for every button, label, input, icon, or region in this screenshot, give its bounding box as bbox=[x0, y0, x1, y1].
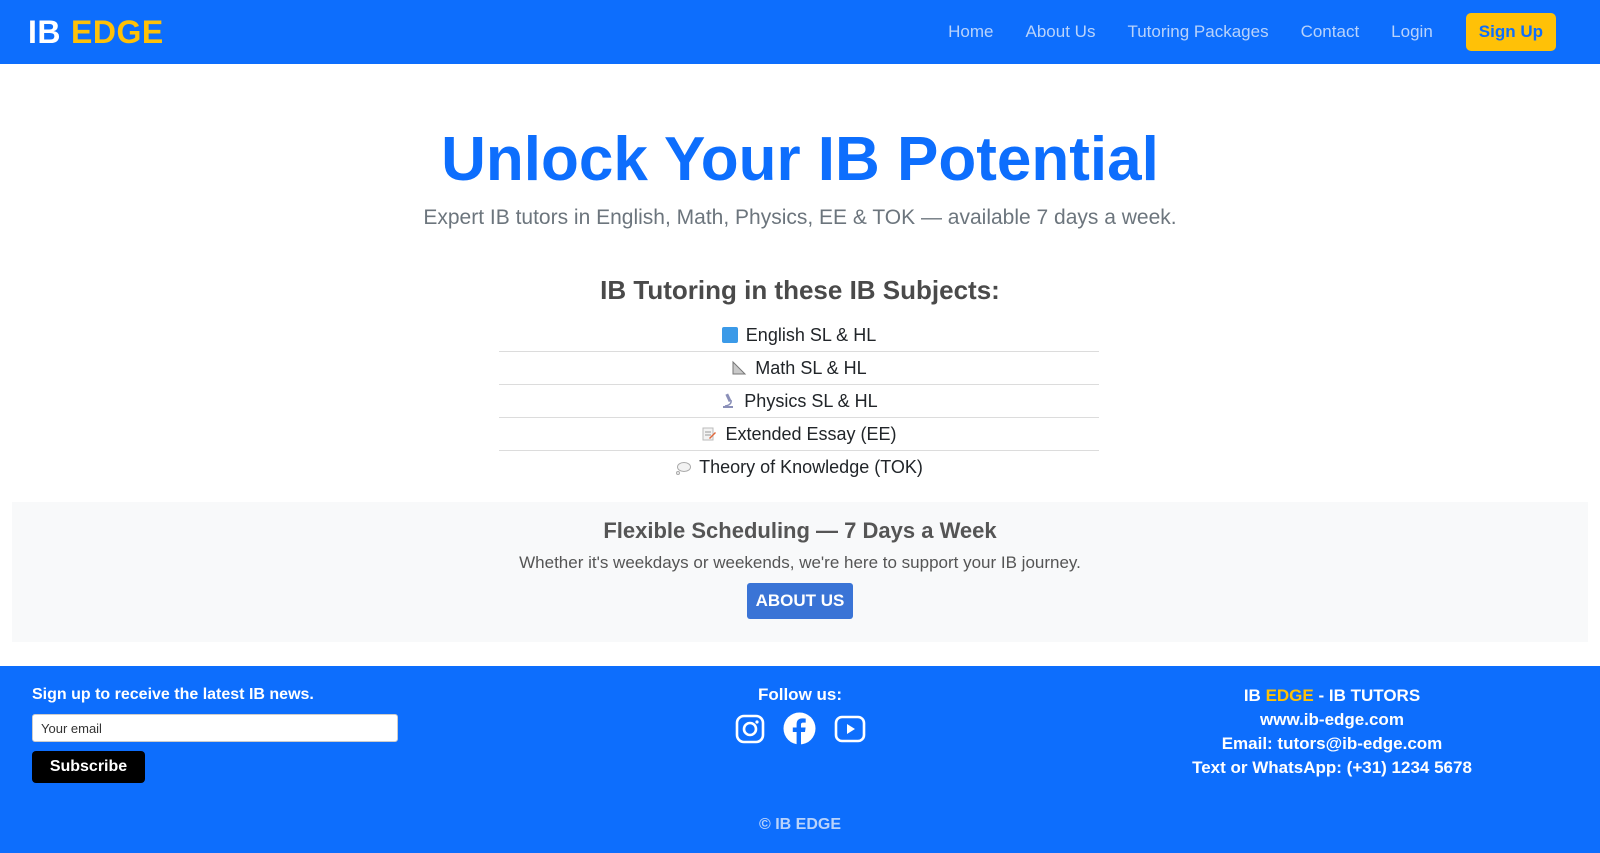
subject-tok: Theory of Knowledge (TOK) bbox=[499, 451, 1099, 484]
subject-physics: Physics SL & HL bbox=[499, 385, 1099, 418]
copyright: © IB EDGE bbox=[758, 816, 842, 833]
blue-book-icon bbox=[721, 327, 738, 343]
subject-extended-essay: Extended Essay (EE) bbox=[499, 418, 1099, 451]
thought-bubble-icon bbox=[675, 460, 692, 476]
nav-about-us[interactable]: About Us bbox=[1026, 22, 1096, 42]
contact-brand-ib: IB bbox=[1243, 686, 1266, 705]
subject-label: Extended Essay (EE) bbox=[725, 423, 897, 444]
nav-contact[interactable]: Contact bbox=[1301, 22, 1360, 42]
subject-math: Math SL & HL bbox=[499, 352, 1099, 385]
subjects-heading: IB Tutoring in these IB Subjects: bbox=[600, 275, 1000, 305]
scheduling-section: Flexible Scheduling — 7 Days a Week Whet… bbox=[12, 502, 1588, 642]
subject-label: Physics SL & HL bbox=[744, 390, 878, 411]
contact-email[interactable]: Email: tutors@ib-edge.com bbox=[1132, 732, 1532, 756]
about-us-button[interactable]: ABOUT US bbox=[747, 583, 853, 619]
scheduling-title: Flexible Scheduling — 7 Days a Week bbox=[603, 518, 997, 543]
nav-links: Home About Us Tutoring Packages Contact … bbox=[916, 0, 1556, 64]
social-links bbox=[733, 712, 866, 745]
microscope-icon bbox=[720, 393, 736, 409]
hero-subtitle: Expert IB tutors in English, Math, Physi… bbox=[423, 206, 1177, 229]
memo-icon bbox=[701, 426, 717, 442]
brand-ib: IB bbox=[28, 13, 61, 50]
contact-phone: Text or WhatsApp: (+31) 1234 5678 bbox=[1192, 758, 1472, 777]
nav-tutoring-packages[interactable]: Tutoring Packages bbox=[1127, 22, 1268, 42]
contact-brand-tutors: - IB TUTORS bbox=[1313, 686, 1421, 705]
subjects-list: English SL & HL Math SL & HL Physics SL … bbox=[499, 319, 1099, 484]
contact-brand-edge: EDGE bbox=[1265, 686, 1314, 705]
nav-home[interactable]: Home bbox=[948, 22, 993, 42]
navbar: IB EDGE Home About Us Tutoring Packages … bbox=[0, 0, 1600, 64]
brand-logo[interactable]: IB EDGE bbox=[28, 0, 164, 64]
footer: Sign up to receive the latest IB news. S… bbox=[0, 666, 1600, 853]
subject-label: English SL & HL bbox=[745, 324, 877, 345]
subject-label: Math SL & HL bbox=[755, 357, 867, 378]
subscribe-button[interactable]: Subscribe bbox=[32, 751, 145, 783]
contact-brand: IB EDGE - IB TUTORS bbox=[1132, 684, 1532, 708]
subject-label: Theory of Knowledge (TOK) bbox=[699, 457, 923, 477]
sign-up-button[interactable]: Sign Up bbox=[1465, 13, 1556, 51]
contact-website[interactable]: www.ib-edge.com bbox=[1132, 708, 1532, 732]
youtube-icon[interactable] bbox=[833, 712, 866, 745]
hero-title: Unlock Your IB Potential bbox=[441, 125, 1159, 194]
instagram-icon[interactable] bbox=[733, 712, 766, 745]
brand-edge: EDGE bbox=[71, 13, 164, 50]
email-input[interactable] bbox=[32, 714, 398, 742]
scheduling-text: Whether it's weekdays or weekends, we're… bbox=[519, 553, 1081, 572]
nav-login[interactable]: Login bbox=[1391, 22, 1433, 42]
contact-info: IB EDGE - IB TUTORS www.ib-edge.com Emai… bbox=[1132, 684, 1532, 780]
facebook-icon[interactable] bbox=[783, 712, 816, 745]
triangle-ruler-icon bbox=[731, 360, 747, 376]
subject-english: English SL & HL bbox=[499, 319, 1099, 352]
